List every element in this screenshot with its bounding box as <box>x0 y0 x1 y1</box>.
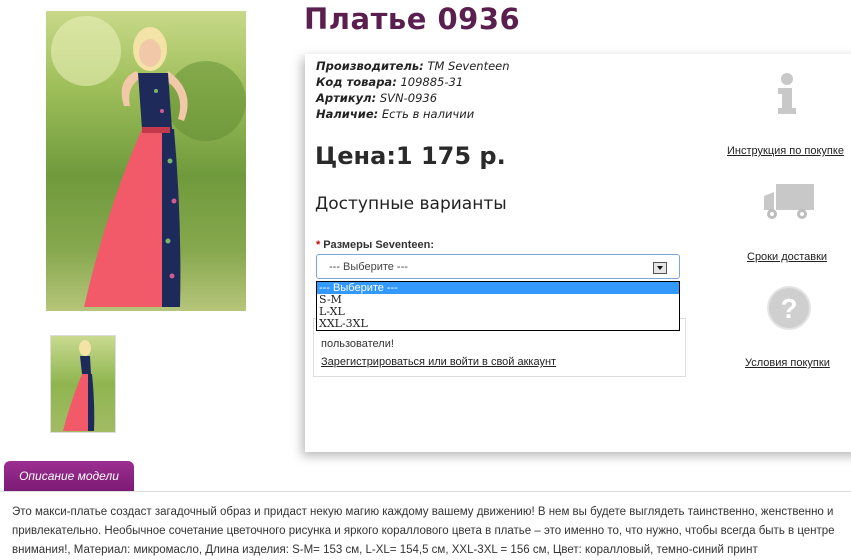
purchase-terms-link[interactable]: Условия покупки <box>745 357 830 369</box>
dropdown-option[interactable]: S-M <box>317 294 679 306</box>
tab-description[interactable]: Описание модели <box>4 461 134 492</box>
login-notice-text: пользователи! <box>321 338 394 350</box>
delivery-terms-link[interactable]: Сроки доставки <box>747 251 827 263</box>
size-select-value: --- Выберите --- <box>329 261 408 273</box>
register-login-link[interactable]: Зарегистрироваться или войти в свой акка… <box>321 356 556 368</box>
truck-icon[interactable] <box>762 182 818 222</box>
chevron-down-icon[interactable] <box>653 262 667 274</box>
spec-product-code: Код товара: 109885-31 <box>316 75 464 89</box>
required-mark: * <box>316 239 321 251</box>
dropdown-option[interactable]: L-XL <box>317 306 679 318</box>
product-main-image[interactable] <box>46 11 246 311</box>
tab-divider <box>0 491 851 492</box>
question-icon[interactable]: ? <box>766 285 812 331</box>
spec-manufacturer: Производитель: TM Seventeen <box>316 59 510 73</box>
variants-heading: Доступные варианты <box>315 194 507 214</box>
product-description: Это макси-платье создаст загадочный обра… <box>12 506 835 556</box>
spec-article: Артикул: SVN-0936 <box>316 91 438 105</box>
size-label: * Размеры Seventeen: <box>316 239 435 251</box>
dropdown-option[interactable]: --- Выберите --- <box>317 282 679 294</box>
size-dropdown-list[interactable]: --- Выберите --- S-M L-XL XXL-3XL <box>316 281 680 331</box>
product-specs: Производитель: TM Seventeen Код товара: … <box>316 58 510 122</box>
info-icon[interactable] <box>772 72 802 116</box>
product-thumbnail[interactable] <box>50 335 116 433</box>
svg-text:?: ? <box>780 293 797 324</box>
size-select[interactable]: --- Выберите --- <box>316 254 680 279</box>
product-title: Платье 0936 <box>304 2 521 36</box>
product-price: Цена:1 175 р. <box>315 142 506 170</box>
instruction-link[interactable]: Инструкция по покупке <box>727 145 844 157</box>
spec-availability: Наличие: Есть в наличии <box>316 107 475 121</box>
dropdown-option[interactable]: XXL-3XL <box>317 318 679 330</box>
